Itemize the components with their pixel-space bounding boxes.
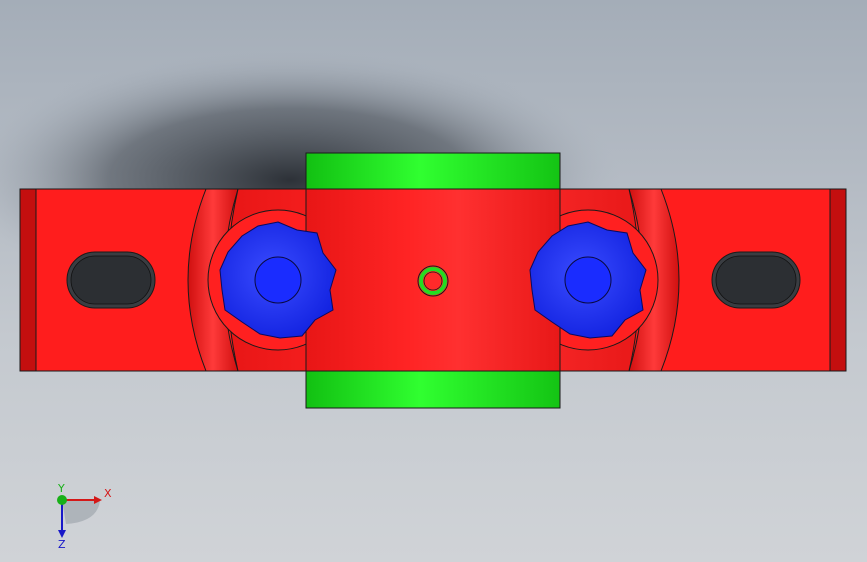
mounting-slot-right-inner	[715, 255, 797, 305]
mounting-slot-left-inner	[70, 255, 152, 305]
model-view[interactable]	[0, 0, 867, 562]
shaft-top[interactable]	[305, 152, 561, 190]
z-axis-label: Z	[58, 538, 66, 550]
bolt-right-shank	[564, 256, 612, 304]
bolt-left-shank	[254, 256, 302, 304]
reference-triad: X Y Z	[57, 482, 112, 550]
x-axis-label: X	[104, 487, 112, 500]
y-axis-label: Y	[57, 482, 65, 495]
base-plate-left-edge	[19, 188, 37, 372]
y-axis-dot	[57, 495, 67, 505]
shaft-bottom[interactable]	[305, 370, 561, 409]
graphics-viewport[interactable]: X Y Z	[0, 0, 867, 562]
grease-fitting-inner	[423, 271, 443, 291]
base-plate-right-edge	[829, 188, 847, 372]
z-axis-arrow	[58, 530, 66, 538]
